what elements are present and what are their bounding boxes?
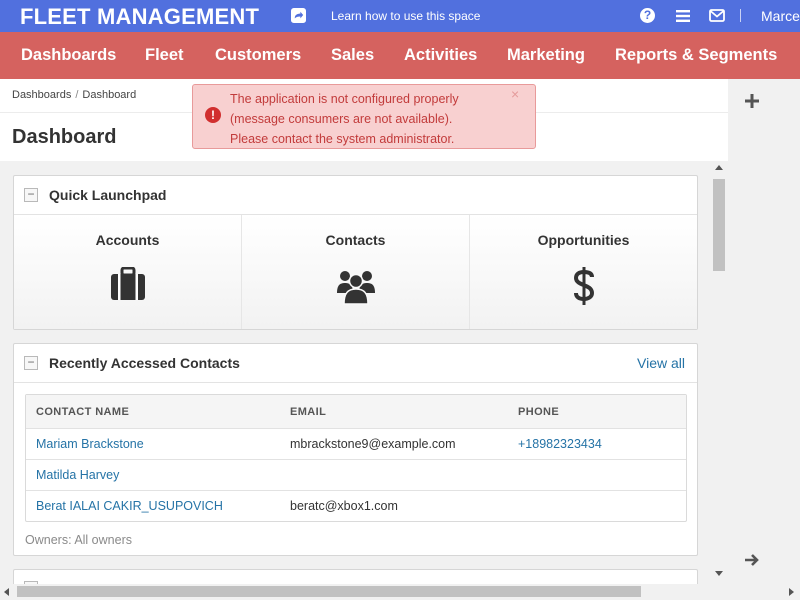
top-separator	[740, 9, 741, 22]
scroll-up-arrow-icon[interactable]	[715, 165, 723, 170]
close-icon[interactable]: ×	[511, 86, 519, 102]
error-alert: ! The application is not configured prop…	[192, 84, 536, 149]
table-header: CONTACT NAME EMAIL PHONE	[26, 395, 686, 428]
column-header-email[interactable]: EMAIL	[290, 406, 326, 418]
app-title[interactable]: FLEET MANAGEMENT	[20, 4, 259, 30]
share-icon[interactable]	[291, 8, 306, 23]
contact-phone-link[interactable]: +18982323434	[518, 437, 602, 451]
horizontal-scroll-thumb[interactable]	[17, 586, 641, 597]
dashboard-content: − Quick Launchpad Accounts Contacts Oppo…	[0, 161, 712, 584]
quick-launchpad-widget: − Quick Launchpad Accounts Contacts Oppo…	[13, 175, 698, 330]
scroll-down-arrow-icon[interactable]	[715, 571, 723, 576]
table-row[interactable]: Matilda Harvey	[26, 459, 686, 490]
contact-email: mbrackstone9@example.com	[290, 437, 456, 451]
plus-icon[interactable]	[745, 94, 759, 108]
breadcrumb: Dashboards / Dashboard	[12, 89, 136, 101]
nav-sales[interactable]: Sales	[331, 46, 374, 65]
launch-tile-contacts[interactable]: Contacts	[242, 215, 470, 329]
nav-marketing[interactable]: Marketing	[507, 46, 585, 65]
widget-title: Quick Launchpad	[49, 187, 167, 203]
table-row[interactable]: Berat IALAI CAKIR_USUPOVICH beratc@xbox1…	[26, 490, 686, 521]
launch-tile-opportunities[interactable]: Opportunities	[470, 215, 697, 329]
dollar-icon	[573, 267, 594, 305]
user-menu[interactable]: Marce	[761, 8, 800, 24]
alert-line: The application is not configured proper…	[230, 92, 459, 106]
horizontal-scrollbar[interactable]	[0, 584, 800, 600]
alert-message: The application is not configured proper…	[230, 89, 510, 149]
collapse-button[interactable]: −	[24, 188, 38, 202]
breadcrumb-dashboard: Dashboard	[82, 89, 137, 101]
vertical-scroll-thumb[interactable]	[713, 179, 725, 271]
column-header-phone[interactable]: PHONE	[518, 406, 559, 418]
owners-filter: Owners: All owners	[25, 533, 132, 547]
learn-link[interactable]: Learn how to use this space	[331, 9, 480, 23]
widget-header: − Quick Launchpad	[14, 176, 697, 215]
error-icon: !	[205, 107, 221, 123]
contact-name-link[interactable]: Matilda Harvey	[36, 468, 119, 482]
nav-customers[interactable]: Customers	[215, 46, 301, 65]
mail-icon[interactable]	[709, 9, 725, 22]
tile-label: Contacts	[325, 232, 386, 248]
widget-title: Recently Accessed Contacts	[49, 355, 240, 371]
scroll-left-arrow-icon[interactable]	[4, 588, 9, 596]
contact-name-link[interactable]: Mariam Brackstone	[36, 437, 144, 451]
breadcrumb-separator: /	[75, 89, 79, 101]
contact-name-link[interactable]: Berat IALAI CAKIR_USUPOVICH	[36, 499, 223, 513]
column-header-contact-name[interactable]: CONTACT NAME	[36, 406, 129, 418]
scroll-right-arrow-icon[interactable]	[789, 588, 794, 596]
users-icon	[336, 271, 375, 305]
nav-reports-segments[interactable]: Reports & Segments	[615, 46, 777, 65]
nav-dashboards[interactable]: Dashboards	[21, 46, 116, 65]
recent-contacts-widget: − Recently Accessed Contacts View all CO…	[13, 343, 698, 556]
page-title: Dashboard	[12, 126, 117, 148]
tile-label: Accounts	[95, 232, 160, 248]
vertical-scrollbar[interactable]	[712, 161, 728, 584]
top-bar: FLEET MANAGEMENT Learn how to use this s…	[0, 0, 800, 32]
widget-header: − Recently Accessed Contacts View all	[14, 344, 697, 383]
launch-tile-accounts[interactable]: Accounts	[14, 215, 242, 329]
collapse-button[interactable]: −	[24, 356, 38, 370]
help-icon[interactable]: ?	[640, 8, 655, 23]
menu-icon[interactable]	[676, 10, 690, 22]
contacts-table: CONTACT NAME EMAIL PHONE Mariam Bracksto…	[25, 394, 687, 522]
alert-line: (message consumers are not available).	[230, 112, 453, 126]
table-row[interactable]: Mariam Brackstone mbrackstone9@example.c…	[26, 428, 686, 459]
tile-label: Opportunities	[537, 232, 630, 248]
launch-tiles: Accounts Contacts Opportunities	[14, 215, 697, 329]
arrow-right-icon[interactable]	[744, 553, 760, 567]
nav-activities[interactable]: Activities	[404, 46, 477, 65]
main-nav: Dashboards Fleet Customers Sales Activit…	[0, 32, 800, 79]
next-widget	[13, 569, 698, 584]
right-sidebar	[728, 79, 800, 584]
view-all-link[interactable]: View all	[637, 355, 685, 371]
nav-fleet[interactable]: Fleet	[145, 46, 184, 65]
contact-email: beratc@xbox1.com	[290, 499, 398, 513]
briefcase-icon	[110, 267, 145, 300]
alert-line: Please contact the system administrator.	[230, 132, 455, 146]
breadcrumb-dashboards[interactable]: Dashboards	[12, 89, 71, 101]
